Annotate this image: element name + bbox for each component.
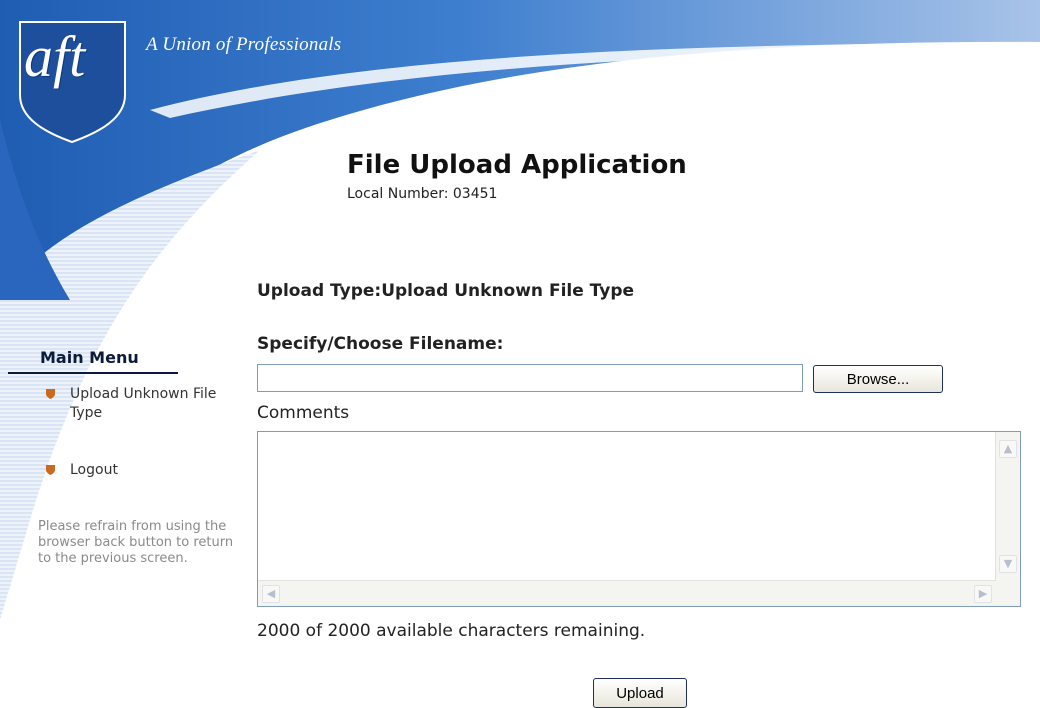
aft-logo: aft [24,24,86,89]
main-menu-title: Main Menu [40,348,139,367]
filename-input[interactable] [257,364,803,392]
back-button-note: Please refrain from using the browser ba… [38,519,234,566]
tagline: A Union of Professionals [146,34,342,55]
scroll-up-icon[interactable]: ▲ [999,440,1017,458]
local-number: Local Number: 03451 [347,186,498,202]
comments-label: Comments [257,403,350,423]
menu-divider [8,372,178,374]
menu-item-label: Logout [70,462,118,478]
comments-textarea[interactable]: ▲ ▼ ◀ ▶ [257,431,1021,607]
characters-remaining: 2000 of 2000 available characters remain… [257,621,646,641]
vertical-scrollbar[interactable]: ▲ ▼ [995,432,1020,581]
upload-type-heading: Upload Type:Upload Unknown File Type [257,281,635,301]
scrollbar-corner [996,581,1020,606]
horizontal-scrollbar[interactable]: ◀ ▶ [258,580,996,606]
browse-button[interactable]: Browse... [813,365,943,393]
filename-label: Specify/Choose Filename: [257,334,504,354]
shield-bullet-icon [46,389,55,399]
scroll-down-icon[interactable]: ▼ [999,555,1017,573]
menu-item-logout[interactable]: Logout [46,461,240,480]
menu-item-label: Upload Unknown File Type [70,386,217,421]
shield-bullet-icon [46,465,55,475]
menu-item-upload-unknown-file-type[interactable]: Upload Unknown File Type [46,385,240,423]
page-title: File Upload Application [347,150,687,180]
scroll-left-icon[interactable]: ◀ [262,585,280,603]
scroll-right-icon[interactable]: ▶ [974,585,992,603]
